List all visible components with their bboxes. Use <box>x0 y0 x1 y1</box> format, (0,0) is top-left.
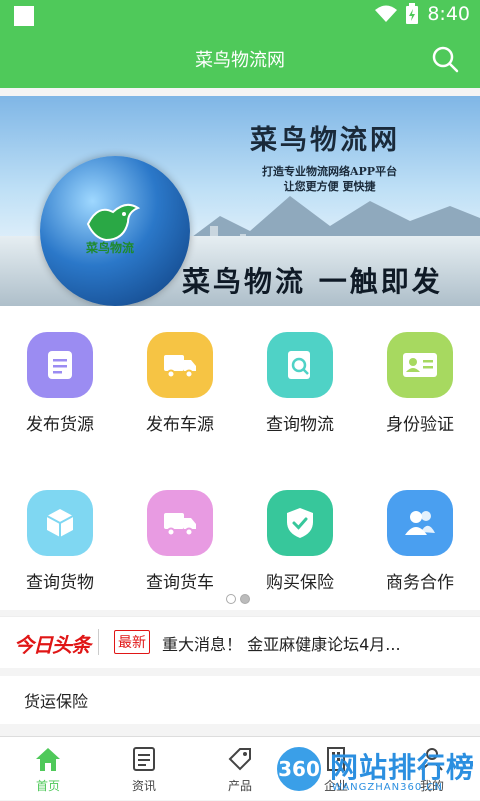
watermark-badge: 360 <box>274 744 324 794</box>
home-icon <box>36 748 60 771</box>
tab-label: 资讯 <box>131 779 156 793</box>
banner-subtitle: 打造专业物流网络APP平台 让您更方便 更快捷 <box>262 164 397 194</box>
watermark: 360 网站排行榜 WANGZHAN360.CN <box>272 742 480 800</box>
banner-title: 菜鸟物流网 <box>250 125 400 156</box>
grid-item-label: 商务合作 <box>386 573 454 593</box>
grid-item-query-logistics[interactable]: 查询物流 <box>240 306 360 446</box>
grid-item-label: 发布车源 <box>146 415 214 435</box>
grid-item-label: 查询货车 <box>146 573 214 593</box>
grid-item-label: 查询物流 <box>266 415 334 435</box>
tab-news[interactable]: 资讯 <box>96 737 192 801</box>
banner-logo-text: 菜鸟物流 <box>86 241 135 255</box>
tab-label: 首页 <box>35 779 60 793</box>
grid-item-label: 身份验证 <box>386 415 454 435</box>
tag-icon <box>228 748 251 771</box>
truck-icon <box>147 332 213 398</box>
grid-item-label: 发布货源 <box>26 415 94 435</box>
grid-item-publish-vehicle[interactable]: 发布车源 <box>120 306 240 446</box>
news-brand-logo: 今日头条 <box>14 633 91 657</box>
tab-home[interactable]: 首页 <box>0 737 96 801</box>
battery-charging-icon <box>406 3 419 24</box>
news-headline[interactable]: 重大消息！ 金亚麻健康论坛4月... <box>162 631 401 655</box>
notification-square-icon <box>14 6 34 26</box>
search-icon[interactable] <box>430 44 460 74</box>
document-icon <box>27 332 93 398</box>
promo-banner[interactable]: 菜鸟物流 菜鸟物流网 打造专业物流网络APP平台 让您更方便 更快捷 菜鸟物流 … <box>0 96 480 306</box>
grid-item-query-goods[interactable]: 查询货物 <box>0 464 120 604</box>
grid-item-label: 购买保险 <box>266 573 334 593</box>
app-bar: 菜鸟物流网 <box>0 32 480 88</box>
page-dot[interactable] <box>226 594 236 604</box>
banner-slogan: 菜鸟物流 一触即发 <box>182 265 443 298</box>
search-document-icon <box>267 332 333 398</box>
shield-check-icon <box>267 490 333 556</box>
status-bar: 8:40 <box>0 0 480 32</box>
watermark-text: 网站排行榜 <box>330 751 476 784</box>
grid-item-identity-verify[interactable]: 身份验证 <box>360 306 480 446</box>
app-title: 菜鸟物流网 <box>195 50 285 71</box>
banner-subtitle-line2: 让您更方便 更快捷 <box>283 180 376 193</box>
watermark-url: WANGZHAN360.CN <box>332 782 443 793</box>
section-freight-insurance[interactable]: 货运保险 <box>0 676 480 724</box>
banner-subtitle-line1: 打造专业物流网络APP平台 <box>262 165 398 178</box>
grid-item-query-truck[interactable]: 查询货车 <box>120 464 240 604</box>
news-tag-badge: 最新 <box>114 630 150 654</box>
wifi-icon <box>375 5 398 22</box>
grid-item-buy-insurance[interactable]: 购买保险 <box>240 464 360 604</box>
grid-item-label: 查询货物 <box>26 573 94 593</box>
grid-item-business-cooperation[interactable]: 商务合作 <box>360 464 480 604</box>
news-icon <box>133 747 155 771</box>
news-ticker[interactable]: 今日头条 最新 重大消息！ 金亚麻健康论坛4月... <box>0 616 480 668</box>
id-card-icon <box>387 332 453 398</box>
section-title: 货运保险 <box>24 692 89 711</box>
divider <box>98 629 99 655</box>
page-dot-active[interactable] <box>240 594 250 604</box>
page-indicator <box>226 594 250 604</box>
grid-item-publish-cargo[interactable]: 发布货源 <box>0 306 120 446</box>
box-icon <box>27 490 93 556</box>
status-time: 8:40 <box>427 3 470 25</box>
people-icon <box>387 490 453 556</box>
truck-icon <box>147 490 213 556</box>
function-grid: 发布货源 发布车源 查询物流 身份验证 查询货物 查询货车 购买保险 商务合作 <box>0 306 480 610</box>
